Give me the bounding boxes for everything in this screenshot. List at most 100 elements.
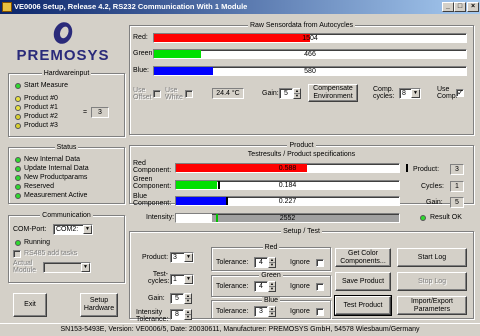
product0-label: Product #0 (24, 95, 58, 102)
rs485-checkbox[interactable] (13, 250, 21, 258)
product1-label: Product #1 (24, 104, 58, 111)
prod-blue-value: 0.227 (278, 198, 297, 205)
prod-cycles-value: 1 (450, 181, 464, 192)
status-led-4 (15, 193, 21, 199)
window-title: VE0006 Setup, Release 4.2, RS232 Communi… (14, 2, 248, 11)
setup-hardware-button[interactable]: Setup Hardware (80, 293, 118, 317)
footer-version-info: SN153-5493E, Version: VE0006/5, Date: 20… (0, 323, 480, 335)
raw-title: Raw Sensordata from Autocycles (247, 22, 356, 29)
raw-red-value: 1504 (302, 35, 318, 42)
chevron-down-icon[interactable]: ▼ (83, 225, 92, 234)
communication-title: Communication (40, 212, 93, 219)
prod-green-bar: 0.184 (175, 180, 400, 190)
intensity-value: 2552 (279, 215, 296, 222)
use-comp-label: Use Comp. (437, 86, 458, 100)
raw-red-label: Red: (133, 34, 148, 41)
status-led-0 (15, 157, 21, 163)
stop-log-button[interactable]: Stop Log (397, 272, 467, 291)
prod-red-bar: 0.588 (175, 163, 408, 173)
red-tolerance-spinner[interactable]: ▲ ▼ (268, 257, 276, 268)
intensity-label: Intensity: (146, 214, 175, 221)
red-ignore-checkbox[interactable] (316, 259, 324, 267)
raw-blue-value: 580 (304, 68, 316, 75)
setup-gain-label: Gain: (148, 295, 165, 302)
green-ignore-checkbox[interactable] (316, 283, 324, 291)
test-cycles-value: 1 (173, 276, 177, 283)
setup-gain-input[interactable]: 5 (170, 293, 184, 304)
prod-gain-value: 5 (450, 197, 464, 208)
test-product-button[interactable]: Test Product (334, 295, 392, 316)
setup-product-value: 3 (173, 254, 177, 261)
prod-gain-label: Gain: (426, 199, 443, 206)
compensate-environment-button[interactable]: Compensate Environment (308, 84, 358, 102)
comp-cycles-label: Comp. cycles: (373, 86, 395, 100)
raw-green-label: Green: (133, 50, 155, 57)
get-color-components-button[interactable]: Get Color Components... (335, 248, 391, 267)
intensity-tolerance-input[interactable]: 8 (170, 309, 184, 320)
status-label-1: Update Internal Data (24, 165, 89, 172)
logo-text: PREMOSYS (16, 47, 110, 64)
test-cycles-select[interactable]: 1 ▼ (170, 274, 194, 285)
chevron-down-icon[interactable]: ▼ (184, 275, 193, 284)
product2-led (15, 114, 21, 120)
start-log-button[interactable]: Start Log (397, 248, 467, 267)
test-cycles-label: Test-cycles: (148, 271, 170, 285)
comp-cycles-value: 8 (402, 90, 406, 97)
red-tolerance-input[interactable]: 4 (254, 257, 268, 268)
product1-led (15, 105, 21, 111)
running-label: Running (24, 239, 51, 246)
blue-ignore-label: Ignore (290, 308, 310, 315)
blue-title: Blue (261, 297, 280, 304)
comp-cycles-select[interactable]: 8 ▼ (399, 88, 421, 99)
exit-button[interactable]: Exit (13, 293, 47, 317)
raw-blue-bar: 580 (153, 66, 467, 76)
blue-tolerance-input[interactable]: 3 (254, 306, 268, 317)
product3-led (15, 123, 21, 129)
maximize-button[interactable]: □ (454, 2, 466, 12)
intensity-tolerance-label: Intensity Tolerance: (136, 309, 169, 323)
product-title: Product (287, 142, 316, 149)
use-comp-checkbox[interactable] (456, 88, 464, 97)
import-export-parameters-button[interactable]: Import/Export Parameters (397, 296, 467, 315)
prod-blue-label: Blue Component: (133, 193, 172, 207)
hardwareinput-title: Hardwareinput (41, 70, 92, 77)
premosys-logo-icon (50, 20, 76, 46)
chevron-down-icon[interactable]: ▼ (184, 253, 193, 262)
raw-gain-spinner[interactable]: ▲ ▼ (293, 88, 301, 99)
use-offset-checkbox[interactable] (153, 90, 161, 98)
close-button[interactable]: × (467, 2, 479, 12)
save-product-button[interactable]: Save Product (335, 272, 391, 291)
intensity-tolerance-spinner[interactable]: ▲ ▼ (184, 309, 192, 320)
minimize-button[interactable]: _ (442, 2, 454, 12)
prod-red-value: 0.588 (278, 165, 297, 172)
setup-gain-spinner[interactable]: ▲ ▼ (184, 293, 192, 304)
raw-green-value: 466 (304, 51, 316, 58)
status-led-2 (15, 175, 21, 181)
comport-select[interactable]: COM2: ▼ (53, 224, 93, 235)
module-select[interactable]: ▼ (43, 262, 91, 273)
raw-green-bar: 466 (153, 49, 467, 59)
use-offset-label: Use Offset (133, 87, 152, 101)
comport-label: COM-Port: (13, 226, 47, 233)
product-input-value: 3 (91, 107, 109, 118)
green-tolerance-input[interactable]: 4 (254, 281, 268, 292)
rs485-label: RS485 add tasks (24, 250, 78, 257)
raw-blue-label: Blue: (133, 67, 149, 74)
green-tolerance-label: Tolerance: (216, 283, 249, 290)
title-bar[interactable]: VE0006 Setup, Release 4.2, RS232 Communi… (0, 0, 480, 14)
raw-gain-input[interactable]: 5 (279, 88, 293, 99)
setup-product-select[interactable]: 3 ▼ (170, 252, 194, 263)
result-ok-label: Result OK (430, 214, 462, 221)
use-white-checkbox[interactable] (185, 90, 193, 98)
use-white-label: Use White (165, 87, 183, 101)
chevron-down-icon[interactable]: ▼ (411, 89, 420, 98)
product2-label: Product #2 (24, 113, 58, 120)
prod-green-label: Green Component: (133, 176, 172, 190)
running-led (15, 240, 21, 246)
blue-ignore-checkbox[interactable] (316, 308, 324, 316)
comport-value: COM2: (56, 226, 79, 233)
blue-tolerance-spinner[interactable]: ▲ ▼ (268, 306, 276, 317)
green-tolerance-spinner[interactable]: ▲ ▼ (268, 281, 276, 292)
temperature-value: 24.4 °C (212, 88, 244, 99)
chevron-down-icon[interactable]: ▼ (81, 263, 90, 272)
